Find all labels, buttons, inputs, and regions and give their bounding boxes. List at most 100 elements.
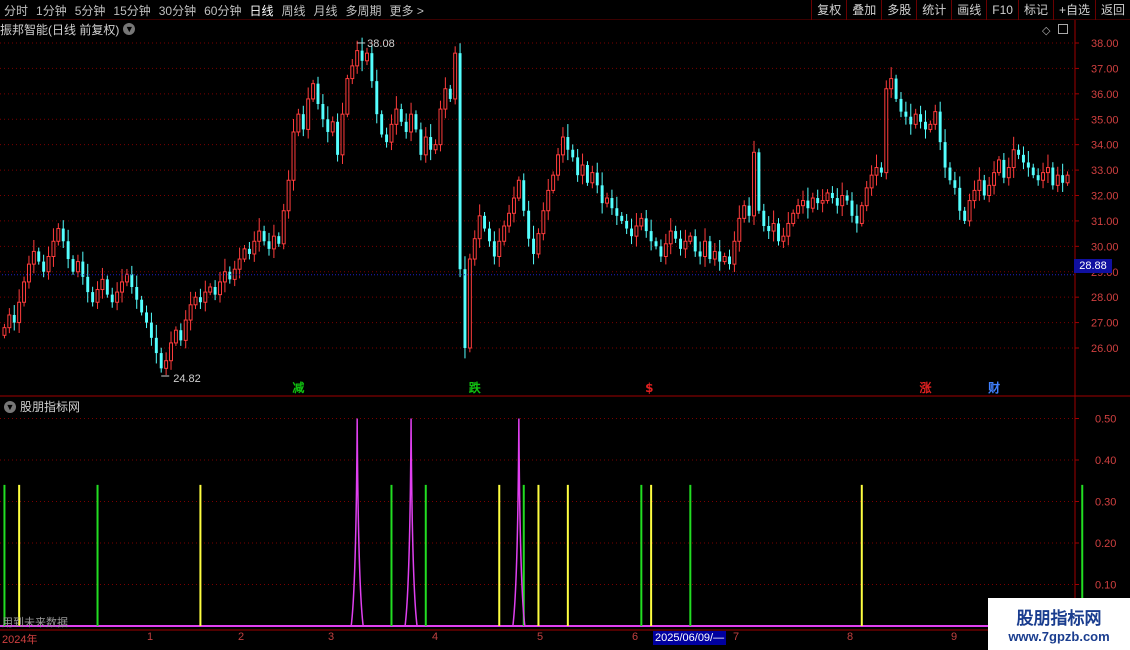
candle	[874, 167, 879, 176]
candle	[835, 198, 839, 206]
candle	[22, 281, 27, 303]
candle	[140, 299, 144, 313]
candle	[762, 210, 766, 226]
y-tick-label: 30.00	[1091, 241, 1119, 253]
candle	[546, 189, 551, 212]
candle	[394, 108, 399, 125]
candle	[306, 98, 311, 130]
y-tick-label: 35.00	[1091, 114, 1119, 126]
candle	[830, 192, 834, 199]
candle	[967, 200, 972, 222]
candle	[321, 104, 325, 120]
y-tick-label: 33.00	[1091, 165, 1119, 177]
candle	[291, 131, 296, 181]
candle	[1061, 175, 1065, 183]
high-label: 38.08	[367, 38, 395, 50]
date-month-label: 4	[432, 631, 439, 643]
date-year-label: 2024年	[2, 634, 38, 646]
candle	[551, 174, 556, 191]
candle	[1011, 149, 1016, 169]
date-month-label: 2	[238, 631, 245, 643]
candle	[483, 215, 487, 229]
chart-canvas[interactable]: 减跌$涨财 26.0027.0028.0029.0030.0031.0032.0…	[0, 0, 1130, 650]
candle	[850, 200, 854, 216]
candle	[433, 144, 438, 151]
candle	[203, 291, 208, 303]
candle	[1055, 174, 1060, 186]
y-tick-label: 37.00	[1091, 63, 1119, 75]
candle	[527, 210, 531, 239]
candle	[1041, 172, 1046, 181]
candle	[419, 129, 423, 155]
candle	[977, 179, 982, 191]
date-month-label: 5	[537, 631, 544, 643]
candle	[943, 142, 947, 168]
event-marker: $	[645, 381, 653, 395]
candle	[948, 167, 952, 181]
candle	[541, 210, 546, 235]
candle	[467, 258, 472, 349]
candle	[992, 172, 997, 186]
candle	[169, 342, 173, 362]
indicator-title: 股朋指标网	[20, 400, 81, 414]
candle	[448, 88, 452, 99]
candle	[218, 281, 222, 296]
candle	[316, 83, 320, 104]
candle	[718, 251, 722, 262]
candle	[996, 159, 1001, 174]
candle	[42, 261, 46, 272]
candle	[777, 223, 780, 242]
candle	[899, 98, 903, 112]
candle	[120, 281, 124, 293]
candle	[615, 208, 619, 216]
candle	[919, 114, 923, 122]
candle	[649, 231, 653, 242]
indicator-header: ▼ 股朋指标网	[4, 398, 80, 415]
candle	[791, 212, 796, 224]
candle	[693, 236, 697, 252]
candle	[262, 231, 266, 242]
candle	[536, 233, 541, 255]
candle	[399, 109, 403, 122]
candle	[2, 327, 7, 336]
candle	[580, 164, 585, 176]
candle	[972, 189, 977, 202]
candle	[1065, 174, 1070, 184]
candle	[213, 287, 217, 295]
candle	[208, 286, 213, 293]
candle	[51, 240, 56, 257]
candle	[752, 151, 756, 217]
y-tick-label: 36.00	[1091, 89, 1119, 101]
candle	[75, 261, 80, 273]
candle	[252, 240, 257, 255]
candle	[350, 65, 355, 80]
candle	[247, 248, 251, 254]
candle	[1006, 167, 1011, 179]
candle	[179, 330, 183, 341]
candle	[86, 276, 90, 293]
y-tick-label: 0.30	[1095, 497, 1116, 509]
candle	[414, 114, 418, 130]
candle	[859, 205, 864, 224]
candle	[742, 205, 747, 219]
candle	[404, 121, 408, 132]
date-month-label: 7	[733, 631, 740, 643]
candle	[271, 235, 276, 250]
candle	[31, 250, 36, 265]
candle	[884, 88, 889, 174]
candle	[91, 292, 95, 303]
candle	[820, 200, 825, 204]
watermark-logo: 股朋指标网 www.7gpzb.com	[988, 598, 1130, 650]
y-tick-label: 27.00	[1091, 318, 1119, 330]
candle	[644, 218, 648, 232]
candle	[698, 251, 702, 257]
date-month-label: 1	[147, 631, 154, 643]
future-data-note: 用到未来数据	[2, 617, 68, 629]
candle	[889, 78, 894, 90]
chevron-down-icon[interactable]: ▼	[4, 400, 16, 413]
candle	[7, 314, 12, 329]
candle	[389, 123, 394, 143]
candle	[277, 236, 281, 244]
candle	[703, 240, 707, 257]
candle	[1017, 149, 1021, 155]
